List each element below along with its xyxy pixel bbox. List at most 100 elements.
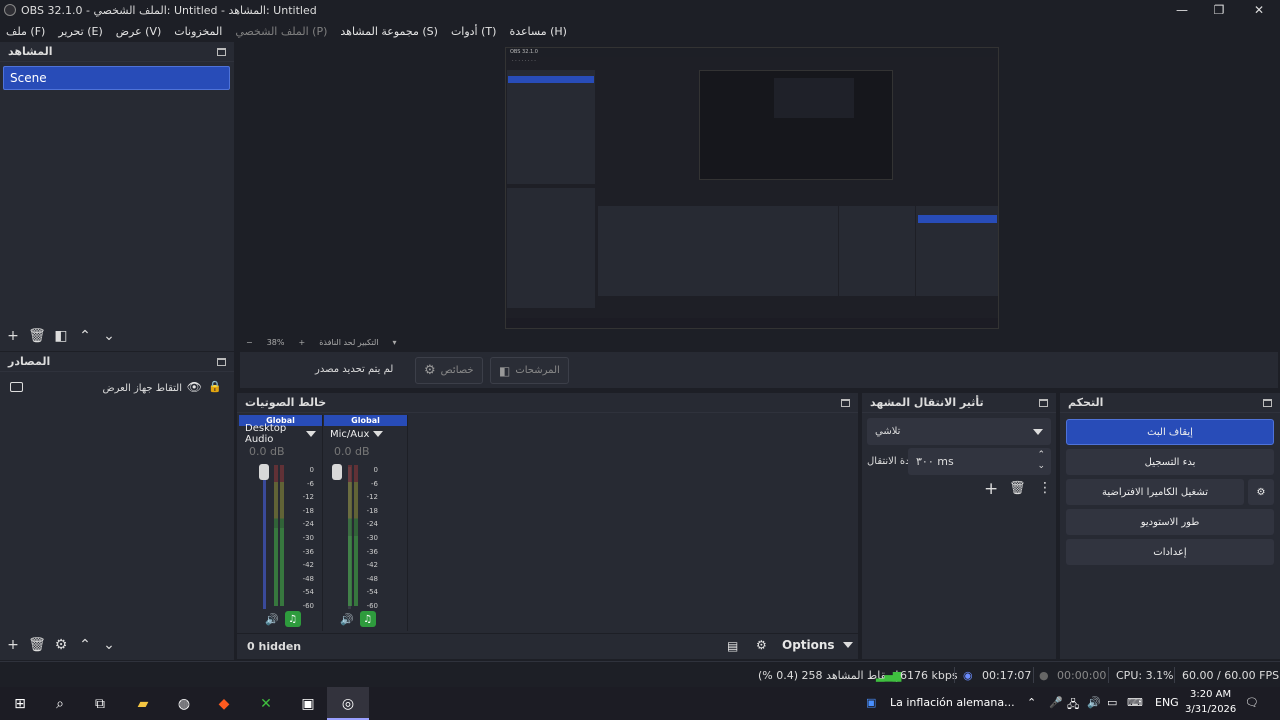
undock-icon[interactable] <box>1263 398 1272 407</box>
menu-profile[interactable]: الملف الشخصي (P) <box>235 25 327 38</box>
spin-arrows-icon[interactable]: ⌃ ⌄ <box>1037 450 1045 472</box>
scene-list-item[interactable]: Scene <box>3 66 230 90</box>
studio-mode-button[interactable]: طور الاستوديو <box>1066 509 1274 535</box>
maximize-button[interactable]: ❐ <box>1200 0 1238 20</box>
options-button[interactable]: Options <box>782 638 853 652</box>
tray-chevron-up-icon[interactable]: ⌃ <box>1027 696 1036 709</box>
zoom-mode[interactable]: التكبير لحد النافذة <box>319 338 378 347</box>
language-indicator[interactable]: ENG <box>1155 696 1179 709</box>
headphones-icon[interactable]: ♫ <box>359 611 376 627</box>
mixer-footer: 0 hidden ▤ ⚙ Options <box>237 633 858 659</box>
undock-icon[interactable] <box>217 357 226 366</box>
level-meter-right <box>280 465 284 606</box>
obs-taskbar-icon[interactable]: ◎ <box>337 693 359 715</box>
scenes-toolbar: + 🗑 ◧ ⌃ ⌄ <box>0 324 116 348</box>
virtual-camera-gear-icon[interactable]: ⚙ <box>1248 479 1274 505</box>
menu-tools[interactable]: أدوات (T) <box>451 25 497 38</box>
menu-file[interactable]: ملف (F) <box>6 25 45 38</box>
layout-toggle-icon[interactable]: ▤ <box>727 639 738 653</box>
filter-icon[interactable]: ◧ <box>54 328 68 344</box>
more-icon[interactable]: ⋮ <box>1038 480 1052 496</box>
volume-slider-handle[interactable] <box>259 464 269 480</box>
network-icon[interactable]: 🖧 <box>1067 696 1079 715</box>
preview-canvas[interactable]: OBS 32.1.0 · · · · · · · · <box>505 47 999 329</box>
gear-icon[interactable]: ⚙ <box>54 637 68 653</box>
duration-input[interactable]: ٣٠٠ ms ⌃ ⌄ <box>908 448 1051 475</box>
channel-name-dropdown[interactable]: Mic/Aux <box>324 426 407 442</box>
start-recording-button[interactable]: بدء التسجيل <box>1066 449 1274 475</box>
windows-start-icon[interactable]: ⊞ <box>9 693 31 715</box>
trash-icon[interactable]: 🗑 <box>28 637 46 653</box>
mixer-channel-desktop: Global Desktop Audio 0.0 dB 0 -6 -12 -18 -24… <box>239 415 323 631</box>
menu-docks[interactable]: المخزونات <box>174 25 222 38</box>
close-button[interactable]: ✕ <box>1240 0 1278 20</box>
undock-icon[interactable] <box>1039 398 1048 407</box>
filter-icon: ◧ <box>499 363 511 378</box>
lock-icon[interactable]: 🔒 <box>208 380 222 393</box>
xbox-icon[interactable]: ✕ <box>255 693 277 715</box>
app-icon[interactable]: ◍ <box>173 693 195 715</box>
clock-date[interactable]: 3/31/2026 <box>1185 704 1236 715</box>
zoom-out-button[interactable]: − <box>246 338 253 347</box>
meter-fill <box>274 528 278 606</box>
advanced-settings-icon[interactable]: ⚙ <box>756 638 767 652</box>
notifications-icon[interactable]: 🗨 <box>1245 696 1259 709</box>
zoom-in-button[interactable]: + <box>298 338 305 347</box>
meter-fill <box>348 535 352 606</box>
undock-icon[interactable] <box>217 47 226 56</box>
meter-scale: 0 -6 -12 -18 -24 -30 -36 -42 -48 -54 -60 <box>366 466 378 610</box>
volume-slider-handle[interactable] <box>332 464 342 480</box>
stream-icon: ◉ <box>963 669 973 682</box>
trash-icon[interactable]: 🗑 <box>1009 481 1026 496</box>
add-transition-icon[interactable]: + <box>984 479 998 499</box>
news-widget-text[interactable]: La inflación alemana... <box>890 696 1015 709</box>
battery-icon[interactable]: ▭ <box>1107 696 1117 709</box>
channel-name-dropdown[interactable]: Desktop Audio <box>239 423 322 445</box>
windows-taskbar: ⊞ ⌕ ⧉ ▰ ◍ ◆ ✕ ▣ ◎ ▣ La inflación alemana… <box>0 687 1280 720</box>
source-label: التقاط جهاز العرض <box>102 382 182 394</box>
mic-icon: 🎤 <box>1049 696 1063 709</box>
source-list-item[interactable]: التقاط جهاز العرض 👁 🔒 <box>2 378 232 398</box>
speaker-icon[interactable]: 🔊 <box>340 613 354 626</box>
stop-streaming-button[interactable]: إيقاف البث <box>1066 419 1274 445</box>
move-down-icon[interactable]: ⌄ <box>102 328 116 344</box>
properties-button[interactable]: ⚙ خصائص <box>415 357 483 384</box>
menu-help[interactable]: مساعدة (H) <box>509 25 567 38</box>
move-up-icon[interactable]: ⌃ <box>78 328 92 344</box>
trash-icon[interactable]: 🗑 <box>28 328 46 344</box>
volume-icon[interactable]: 🔊 <box>1087 696 1101 709</box>
speaker-icon[interactable]: 🔊 <box>265 613 279 626</box>
move-up-icon[interactable]: ⌃ <box>78 637 92 653</box>
eye-icon[interactable]: 👁 <box>187 380 202 394</box>
sources-toolbar: + 🗑 ⚙ ⌃ ⌄ <box>0 633 116 657</box>
transition-select[interactable]: تلاشي <box>867 418 1051 445</box>
add-icon[interactable]: + <box>6 328 20 344</box>
keyboard-icon[interactable]: ⌨ <box>1127 696 1143 709</box>
volume-slider[interactable] <box>263 467 266 609</box>
file-explorer-icon[interactable]: ▰ <box>132 693 154 715</box>
mixer-channel-mic: Global Mic/Aux 0.0 dB 0 -6 -12 -18 -24 -30 -36… <box>324 415 408 631</box>
channel-badge: Global <box>324 415 407 426</box>
filters-button[interactable]: ◧ المرشحات <box>490 357 569 384</box>
menu-view[interactable]: عرض (V) <box>116 25 162 38</box>
start-virtual-camera-button[interactable]: تشغيل الكاميرا الافتراضية <box>1066 479 1244 505</box>
status-bar: إسقاط المشاهد 258 (0.4 %) ▂▄▆ 6176 kbps … <box>0 661 1280 687</box>
headphones-icon[interactable]: ♫ <box>284 611 301 627</box>
add-icon[interactable]: + <box>6 637 20 653</box>
chevron-down-icon[interactable]: ▾ <box>393 338 397 347</box>
brave-browser-icon[interactable]: ◆ <box>213 693 235 715</box>
clock-time[interactable]: 3:20 AM <box>1190 689 1231 700</box>
news-widget-icon[interactable]: ▣ <box>866 696 876 709</box>
settings-button[interactable]: إعدادات <box>1066 539 1274 565</box>
search-icon[interactable]: ⌕ <box>49 693 71 715</box>
undock-icon[interactable] <box>841 398 850 407</box>
task-view-icon[interactable]: ⧉ <box>89 693 111 715</box>
no-source-label: لم يتم تحديد مصدر <box>315 364 394 375</box>
menu-scene-collection[interactable]: مجموعة المشاهد (S) <box>340 25 438 38</box>
hidden-count: 0 hidden <box>247 640 302 653</box>
menu-edit[interactable]: تحرير (E) <box>58 25 102 38</box>
minimize-button[interactable]: — <box>1163 0 1201 20</box>
move-down-icon[interactable]: ⌄ <box>102 637 116 653</box>
terminal-icon[interactable]: ▣ <box>297 693 319 715</box>
preview-area[interactable]: OBS 32.1.0 · · · · · · · · <box>240 44 1278 334</box>
